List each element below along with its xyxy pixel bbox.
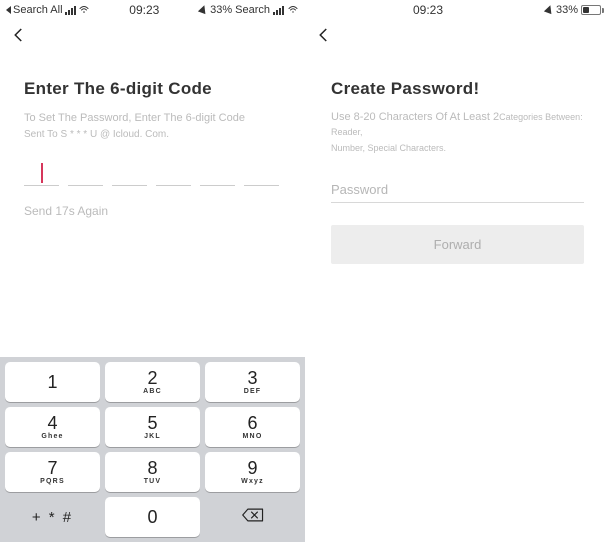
status-right: 33% xyxy=(545,4,604,16)
nav-bar xyxy=(305,18,610,57)
status-right: 33% Search xyxy=(199,4,299,17)
code-digit-2[interactable] xyxy=(68,162,103,186)
code-digit-5[interactable] xyxy=(200,162,235,186)
subtitle-line1: To Set The Password, Enter The 6-digit C… xyxy=(24,112,245,124)
battery-percent-label: 33% xyxy=(556,4,578,16)
back-button[interactable] xyxy=(315,31,333,48)
signal-bars-icon xyxy=(273,6,284,15)
page-subtitle: Use 8-20 Characters Of At Least 2Categor… xyxy=(331,110,584,156)
back-button[interactable] xyxy=(10,31,28,48)
cursor-icon xyxy=(41,163,43,183)
status-left: Search All xyxy=(6,4,90,17)
keypad-8[interactable]: 8TUV xyxy=(105,452,200,492)
code-digit-6[interactable] xyxy=(244,162,279,186)
status-time: 09:23 xyxy=(129,3,159,17)
forward-button[interactable]: Forward xyxy=(331,225,584,264)
subtitle-line2: Sent To S * * * U @ Icloud. Com. xyxy=(24,127,281,142)
screen-enter-code: Search All 09:23 33% Search Enter T xyxy=(0,0,305,542)
battery-icon xyxy=(581,5,604,15)
wifi-icon xyxy=(78,4,90,17)
backspace-icon xyxy=(242,507,264,528)
code-digit-4[interactable] xyxy=(156,162,191,186)
code-digit-1[interactable] xyxy=(24,162,59,186)
status-bar: Search All 09:23 33% Search xyxy=(0,0,305,18)
code-digit-3[interactable] xyxy=(112,162,147,186)
screen-create-password: 09:23 33% Create Password! Use 8-20 Char… xyxy=(305,0,610,542)
status-time: 09:23 xyxy=(413,3,443,17)
keypad-2[interactable]: 2ABC xyxy=(105,362,200,402)
page-subtitle: To Set The Password, Enter The 6-digit C… xyxy=(24,110,281,142)
keypad-1[interactable]: 1 xyxy=(5,362,100,402)
wifi-icon xyxy=(287,4,299,17)
code-input-row[interactable] xyxy=(24,162,281,186)
battery-percent-label: 33% xyxy=(210,4,232,16)
create-password-content: Create Password! Use 8-20 Characters Of … xyxy=(305,57,610,264)
keypad-3[interactable]: 3DEF xyxy=(205,362,300,402)
keypad-backspace[interactable] xyxy=(205,497,300,537)
page-title: Create Password! xyxy=(331,79,584,99)
back-triangle-icon xyxy=(6,6,11,14)
status-bar: 09:23 33% xyxy=(305,0,610,18)
location-icon xyxy=(544,4,554,14)
location-icon xyxy=(198,4,208,14)
nav-bar xyxy=(0,18,305,57)
keypad-4[interactable]: 4Ghee xyxy=(5,407,100,447)
status-app-label: Search All xyxy=(13,4,63,16)
numeric-keypad: 1 2ABC 3DEF 4Ghee 5JKL 6MNO 7PQRS 8TUV 9… xyxy=(0,357,305,542)
keypad-5[interactable]: 5JKL xyxy=(105,407,200,447)
resend-label[interactable]: Send 17s Again xyxy=(24,204,281,218)
keypad-9[interactable]: 9Wxyz xyxy=(205,452,300,492)
enter-code-content: Enter The 6-digit Code To Set The Passwo… xyxy=(0,57,305,218)
password-input[interactable]: Password xyxy=(331,182,584,203)
keypad-6[interactable]: 6MNO xyxy=(205,407,300,447)
keypad-0[interactable]: 0 xyxy=(105,497,200,537)
signal-bars-icon xyxy=(65,6,76,15)
keypad-symbols[interactable]: + * # xyxy=(5,497,100,537)
keypad-7[interactable]: 7PQRS xyxy=(5,452,100,492)
page-title: Enter The 6-digit Code xyxy=(24,79,281,99)
status-search-label: Search xyxy=(235,4,270,16)
